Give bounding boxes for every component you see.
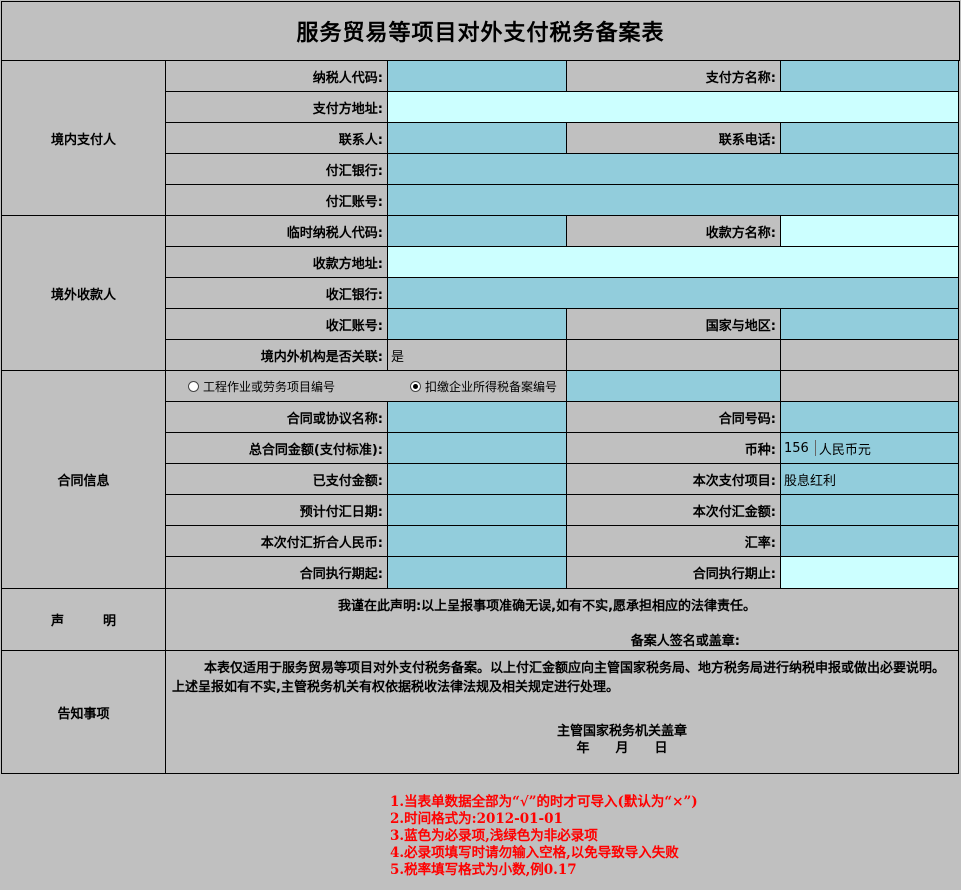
country-region-field[interactable]	[781, 309, 959, 340]
payee-name-field[interactable]	[781, 216, 959, 247]
currency-label: 币种:	[567, 433, 781, 464]
import-notes: 1.当表单数据全部为“√”的时才可导入(默认为“×”) 2.时间格式为:2012…	[390, 794, 698, 879]
form-grid: 境内支付人 境外收款人 合同信息 声 明 告知事项 纳税人代码: 支付方名称: …	[1, 61, 959, 774]
filing-number-field[interactable]	[567, 371, 781, 402]
notice-box: 本表仅适用于服务贸易等项目对外支付税务备案。以上付汇金额应向主管国家税务局、地方…	[166, 651, 959, 774]
exchange-rate-label: 汇率:	[567, 526, 781, 557]
exchange-rate-field[interactable]	[781, 526, 959, 557]
empty-cell	[781, 371, 959, 402]
contract-no-field[interactable]	[781, 402, 959, 433]
currency-field[interactable]: 156 人民币元	[781, 433, 959, 464]
end-date-label: 合同执行期止:	[567, 557, 781, 589]
rmb-equivalent-field[interactable]	[388, 526, 567, 557]
payment-item-field[interactable]: 股息红利	[781, 464, 959, 495]
temp-taxpayer-code-field[interactable]	[388, 216, 567, 247]
related-value[interactable]: 是	[388, 340, 567, 371]
divider	[814, 440, 816, 456]
contract-name-field[interactable]	[388, 402, 567, 433]
total-amount-field[interactable]	[388, 433, 567, 464]
remit-bank-field[interactable]	[388, 154, 959, 185]
notice-text: 本表仅适用于服务贸易等项目对外支付税务备案。以上付汇金额应向主管国家税务局、地方…	[172, 661, 946, 695]
expected-date-label: 预计付汇日期:	[166, 495, 388, 526]
payee-name-label: 收款方名称:	[567, 216, 781, 247]
contract-name-label: 合同或协议名称:	[166, 402, 388, 433]
radio-withholding-label: 扣缴企业所得税备案编号	[425, 379, 558, 394]
remit-account-field[interactable]	[388, 185, 959, 216]
payer-name-field[interactable]	[781, 61, 959, 92]
payer-address-field[interactable]	[388, 92, 959, 123]
radio-button-unselected[interactable]	[188, 380, 199, 392]
payer-name-label: 支付方名称:	[567, 61, 781, 92]
receive-bank-field[interactable]	[388, 278, 959, 309]
section-foreign-payee: 境外收款人	[1, 216, 166, 371]
radio-button-selected[interactable]	[410, 380, 421, 392]
radio-withholding-option[interactable]: 扣缴企业所得税备案编号	[388, 371, 567, 402]
temp-taxpayer-code-label: 临时纳税人代码:	[166, 216, 388, 247]
radio-project-option[interactable]: 工程作业或劳务项目编号	[166, 371, 388, 402]
note-item: 1.当表单数据全部为“√”的时才可导入(默认为“×”)	[390, 794, 698, 810]
section-notice: 告知事项	[1, 651, 166, 774]
empty-cell	[567, 340, 781, 371]
currency-name: 人民币元	[818, 442, 871, 458]
contact-phone-field[interactable]	[781, 123, 959, 154]
receive-account-label: 收汇账号:	[166, 309, 388, 340]
section-declaration: 声 明	[1, 589, 166, 651]
radio-project-label: 工程作业或劳务项目编号	[203, 379, 336, 394]
remit-account-label: 付汇账号:	[166, 185, 388, 216]
contact-phone-label: 联系电话:	[567, 123, 781, 154]
declaration-text: 我谨在此声明:以上呈报事项准确无误,如有不实,愿承担相应的法律责任。	[337, 599, 757, 614]
contact-field[interactable]	[388, 123, 567, 154]
tax-seal-label: 主管国家税务机关盖章	[556, 724, 687, 739]
empty-cell	[781, 340, 959, 371]
note-item: 5.税率填写格式为小数,例0.17	[390, 862, 577, 878]
related-label: 境内外机构是否关联:	[166, 340, 388, 371]
payee-address-label: 收款方地址:	[166, 247, 388, 278]
payer-address-label: 支付方地址:	[166, 92, 388, 123]
note-item: 2.时间格式为:2012-01-01	[390, 811, 563, 827]
total-amount-label: 总合同金额(支付标准):	[166, 433, 388, 464]
country-region-label: 国家与地区:	[567, 309, 781, 340]
receive-account-field[interactable]	[388, 309, 567, 340]
expected-date-field[interactable]	[388, 495, 567, 526]
taxpayer-code-label: 纳税人代码:	[166, 61, 388, 92]
remit-bank-label: 付汇银行:	[166, 154, 388, 185]
section-contract-info: 合同信息	[1, 371, 166, 589]
currency-code: 156	[784, 440, 809, 456]
payee-address-field[interactable]	[388, 247, 959, 278]
taxpayer-code-field[interactable]	[388, 61, 567, 92]
section-domestic-payer: 境内支付人	[1, 61, 166, 216]
note-item: 4.必录项填写时请勿输入空格,以免导致导入失败	[390, 845, 679, 861]
note-item: 3.蓝色为必录项,浅绿色为非必录项	[390, 828, 598, 844]
paid-amount-field[interactable]	[388, 464, 567, 495]
payment-item-label: 本次支付项目:	[567, 464, 781, 495]
signature-label: 备案人签名或盖章:	[630, 634, 740, 649]
rmb-equivalent-label: 本次付汇折合人民币:	[166, 526, 388, 557]
contract-no-label: 合同号码:	[567, 402, 781, 433]
start-date-label: 合同执行期起:	[166, 557, 388, 589]
contact-label: 联系人:	[166, 123, 388, 154]
tax-filing-sheet: 服务贸易等项目对外支付税务备案表 境内支付人 境外收款人 合同信息 声 明 告知…	[0, 0, 961, 890]
end-date-field[interactable]	[781, 557, 959, 589]
start-date-field[interactable]	[388, 557, 567, 589]
current-amount-label: 本次付汇金额:	[567, 495, 781, 526]
current-amount-field[interactable]	[781, 495, 959, 526]
form-title: 服务贸易等项目对外支付税务备案表	[1, 1, 960, 61]
declaration-box: 我谨在此声明:以上呈报事项准确无误,如有不实,愿承担相应的法律责任。 备案人签名…	[166, 589, 959, 651]
seal-date: 年 月 日	[576, 741, 668, 756]
receive-bank-label: 收汇银行:	[166, 278, 388, 309]
paid-amount-label: 已支付金额:	[166, 464, 388, 495]
